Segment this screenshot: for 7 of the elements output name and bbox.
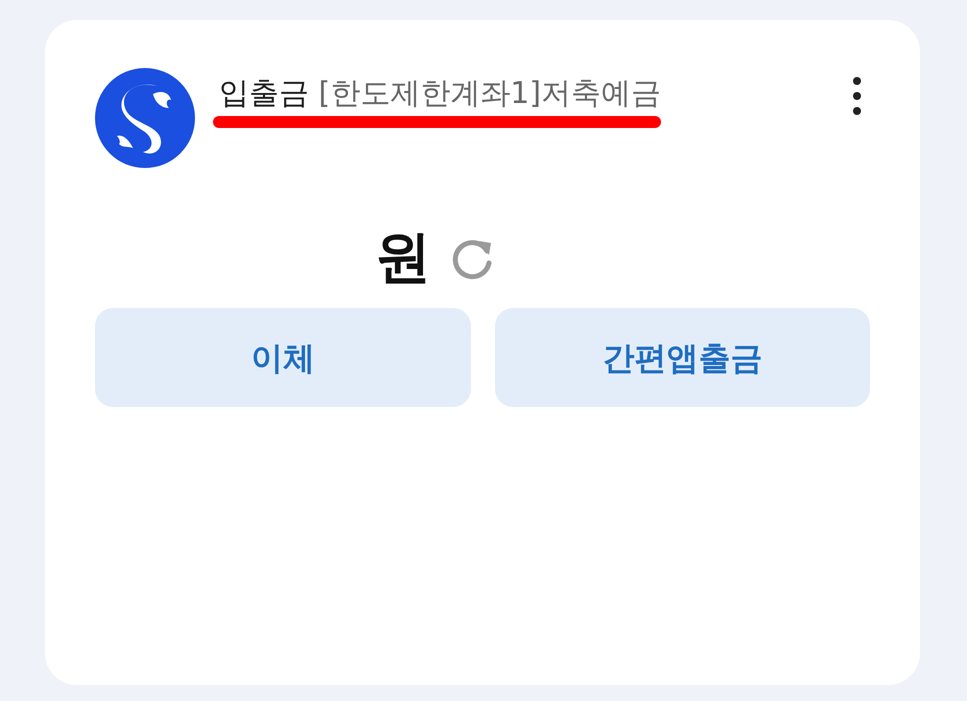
action-button[interactable]: 간편앱출금 (494, 308, 870, 407)
account-type-text: 입출금 (219, 76, 309, 111)
action-button[interactable]: 이체 (95, 308, 470, 407)
account-name-text: [한도제한계좌1]저축예금 (318, 76, 662, 111)
bank-logo-icon (95, 68, 195, 168)
more-menu-icon[interactable] (850, 76, 864, 116)
currency-unit-text: 원 (375, 230, 431, 286)
